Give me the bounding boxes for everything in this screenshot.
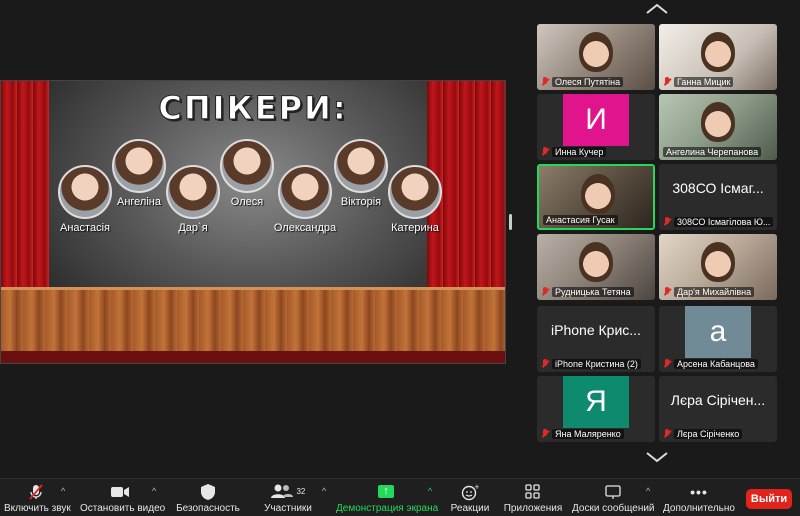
more-label: Дополнительно bbox=[663, 503, 735, 514]
participants-button[interactable]: 32 Участники bbox=[256, 483, 320, 514]
speaker-name: Олександра bbox=[273, 222, 337, 234]
apps-icon bbox=[525, 484, 540, 499]
video-camera-icon bbox=[111, 487, 129, 497]
chevron-up-icon[interactable] bbox=[644, 2, 670, 16]
participant-name: Лєра Сіріченко bbox=[674, 428, 743, 439]
participant-tile-active-speaker[interactable]: Анастасия Гусак bbox=[537, 164, 655, 230]
participant-tile[interactable]: Рудницька Тетяна bbox=[537, 234, 655, 300]
apps-button[interactable]: Приложения bbox=[502, 483, 564, 514]
participant-name: Дар'я Михайлівна bbox=[674, 286, 755, 297]
participant-tile[interactable]: Лєра Сірічен... Лєра Сіріченко bbox=[659, 376, 777, 442]
svg-text:+: + bbox=[474, 483, 479, 491]
participant-tile[interactable]: Ганна Мицик bbox=[659, 24, 777, 90]
participant-name: Рудницька Тетяна bbox=[552, 286, 634, 297]
speaker-name: Дар`я bbox=[178, 222, 208, 234]
more-dots-icon: ••• bbox=[690, 484, 708, 500]
whiteboard-options-caret[interactable]: ^ bbox=[646, 486, 650, 496]
mic-muted-icon bbox=[663, 216, 671, 227]
shield-icon bbox=[201, 484, 215, 500]
share-screen-icon bbox=[378, 482, 394, 500]
mic-muted-icon bbox=[541, 76, 549, 87]
audio-options-caret[interactable]: ^ bbox=[61, 486, 65, 496]
mic-muted-icon bbox=[29, 484, 43, 500]
zoom-meeting-window: СПІКЕРИ: Анастасія Ангеліна Дар`я Олеся … bbox=[0, 0, 800, 516]
participants-label: Участники bbox=[264, 503, 312, 514]
whiteboards-label: Доски сообщений bbox=[572, 503, 655, 514]
chevron-down-icon[interactable] bbox=[644, 450, 670, 464]
emoji-reaction-icon: + bbox=[461, 483, 479, 501]
mic-muted-icon bbox=[541, 428, 549, 439]
shared-screen[interactable]: СПІКЕРИ: Анастасія Ангеліна Дар`я Олеся … bbox=[0, 80, 506, 364]
reactions-label: Реакции bbox=[450, 503, 490, 514]
speaker-name: Катерина bbox=[391, 222, 439, 234]
participant-avatar: И bbox=[563, 94, 629, 146]
stop-video-label: Остановить видео bbox=[80, 503, 166, 514]
apps-label: Приложения bbox=[503, 503, 563, 514]
participant-tile[interactable]: И Инна Кучер bbox=[537, 94, 655, 160]
participant-tile[interactable]: Ангелина Черепанова bbox=[659, 94, 777, 160]
mic-muted-icon bbox=[541, 286, 549, 297]
video-options-caret[interactable]: ^ bbox=[152, 486, 156, 496]
security-button[interactable]: Безопасность bbox=[172, 483, 244, 514]
share-options-caret[interactable]: ^ bbox=[428, 486, 432, 496]
participant-avatar: а bbox=[685, 306, 751, 358]
participant-display-name: 308СО Ісмаг... bbox=[672, 180, 764, 196]
unmute-button[interactable]: Включить звук bbox=[4, 483, 71, 514]
participant-tile[interactable]: Олеся Путятіна bbox=[537, 24, 655, 90]
stop-video-button[interactable]: Остановить видео bbox=[80, 483, 166, 514]
unmute-label: Включить звук bbox=[4, 503, 71, 514]
whiteboard-icon bbox=[605, 485, 621, 499]
mic-muted-icon bbox=[541, 358, 549, 369]
speaker-name: Анастасія bbox=[60, 222, 110, 234]
participants-count: 32 bbox=[296, 487, 306, 496]
participants-icon bbox=[270, 484, 293, 498]
participant-name: Анастасия Гусак bbox=[543, 214, 618, 225]
participant-tile[interactable]: iPhone Крис... iPhone Кристина (2) bbox=[537, 306, 655, 372]
participant-name: Инна Кучер bbox=[552, 146, 607, 157]
whiteboards-button[interactable]: Доски сообщений bbox=[572, 483, 655, 514]
participant-name: Олеся Путятіна bbox=[552, 76, 624, 87]
speaker-7: Катерина bbox=[375, 165, 455, 234]
participant-tile[interactable]: 308СО Ісмаг... 308СО Ісмагілова Ю... bbox=[659, 164, 777, 230]
participant-name: Арсена Кабанцова bbox=[674, 358, 758, 369]
participants-options-caret[interactable]: ^ bbox=[322, 486, 326, 496]
leave-meeting-button[interactable]: Выйти bbox=[746, 489, 792, 509]
participant-avatar: Я bbox=[563, 376, 629, 428]
share-screen-button[interactable]: Демонстрация экрана bbox=[336, 482, 439, 514]
participant-display-name: iPhone Крис... bbox=[551, 322, 641, 338]
participant-name: Яна Маляренко bbox=[552, 428, 624, 439]
panel-resize-handle[interactable] bbox=[509, 214, 512, 230]
slide-title: СПІКЕРИ: bbox=[158, 89, 348, 128]
participant-name: iPhone Кристина (2) bbox=[552, 358, 641, 369]
mic-muted-icon bbox=[663, 286, 671, 297]
reactions-button[interactable]: + Реакции bbox=[446, 483, 494, 514]
participant-name: 308СО Ісмагілова Ю... bbox=[674, 216, 774, 227]
speaker-photo bbox=[388, 165, 442, 219]
participant-tile[interactable]: Я Яна Маляренко bbox=[537, 376, 655, 442]
mic-muted-icon bbox=[663, 358, 671, 369]
participant-display-name: Лєра Сірічен... bbox=[670, 392, 766, 408]
mic-muted-icon bbox=[541, 146, 549, 157]
participant-name: Ганна Мицик bbox=[674, 76, 734, 87]
share-screen-label: Демонстрация экрана bbox=[336, 503, 439, 514]
mic-muted-icon bbox=[663, 428, 671, 439]
more-button[interactable]: ••• Дополнительно bbox=[662, 483, 736, 514]
stage-edge bbox=[1, 351, 505, 363]
security-label: Безопасность bbox=[176, 503, 240, 514]
mic-muted-icon bbox=[663, 76, 671, 87]
participant-tile[interactable]: Дар'я Михайлівна bbox=[659, 234, 777, 300]
meeting-toolbar: Включить звук ^ Остановить видео ^ Безоп… bbox=[0, 478, 800, 516]
participant-tile[interactable]: а Арсена Кабанцова bbox=[659, 306, 777, 372]
participant-name: Ангелина Черепанова bbox=[663, 146, 762, 157]
